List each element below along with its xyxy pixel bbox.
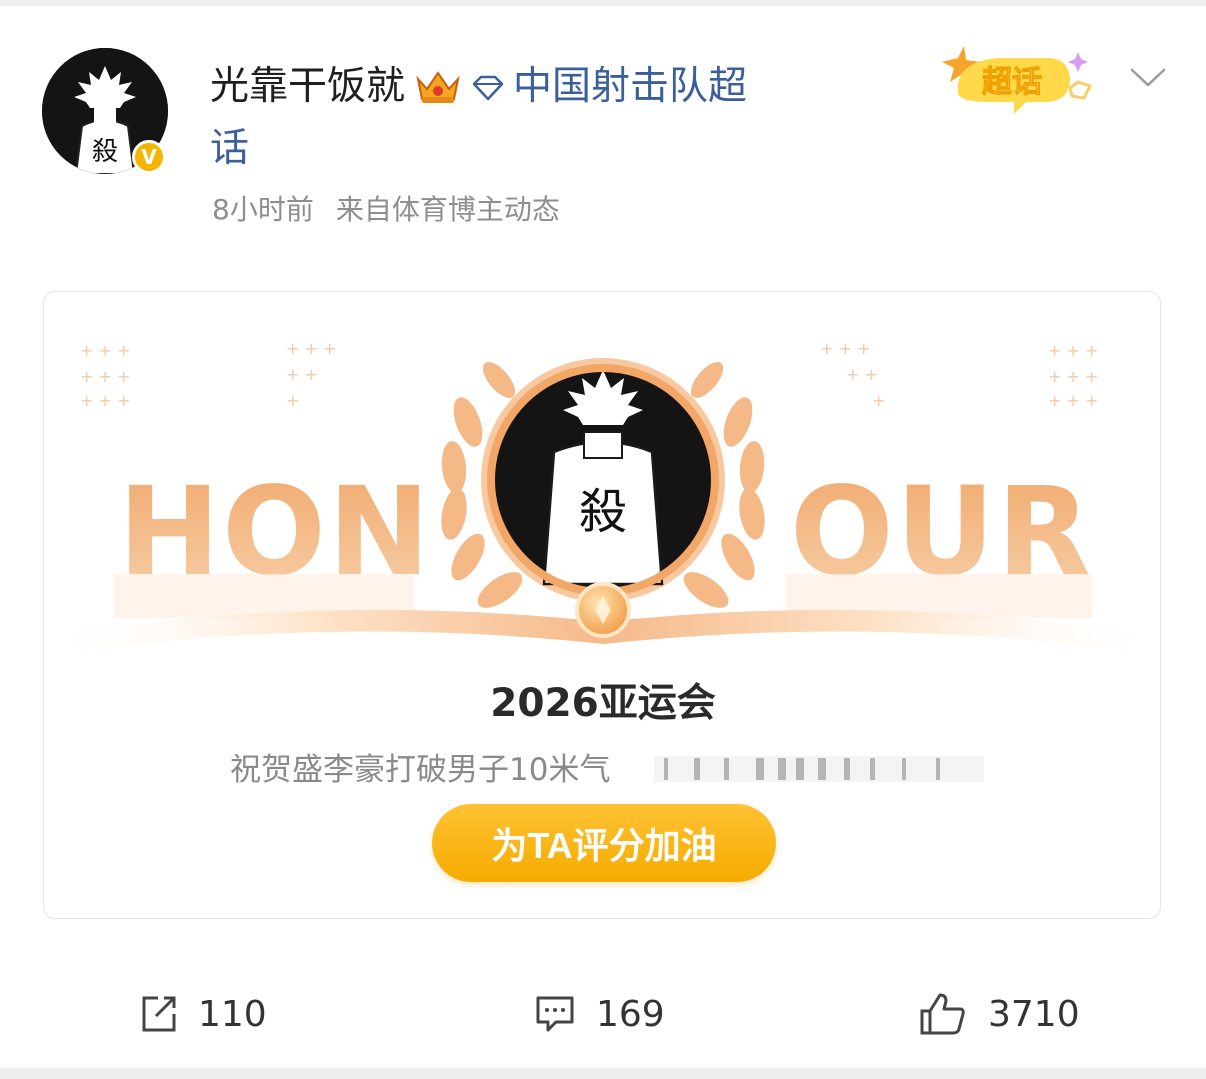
svg-text:+ +: + + (286, 365, 318, 384)
thumbs-up-icon (920, 993, 965, 1035)
svg-text:+ + +: + + + (286, 339, 336, 358)
svg-text:+ +: + + (846, 365, 878, 384)
like-count: 3710 (988, 993, 1080, 1035)
comment-action[interactable]: 169 (534, 990, 665, 1038)
post-time: 8小时前 (212, 193, 314, 226)
bottom-edge (0, 1068, 1206, 1079)
diamond-icon (472, 75, 504, 101)
svg-text:+ + +: + + + (820, 339, 870, 358)
svg-text:+ + +: + + + (1048, 367, 1098, 386)
svg-text:+ + +: + + + (80, 367, 130, 386)
svg-text:+: + (872, 391, 885, 410)
like-action[interactable]: 3710 (918, 990, 1080, 1038)
supertopic-badge-label: 超话 (982, 65, 1042, 100)
comment-count: 169 (596, 993, 665, 1035)
repost-action[interactable]: 110 (138, 990, 267, 1038)
event-title: 2026亚运会 (490, 681, 716, 726)
post-meta: 8小时前 来自体育博主动态 (212, 188, 560, 228)
avatar-glyph: 殺 (92, 137, 118, 167)
svg-text:+: + (286, 391, 299, 410)
crown-icon (416, 71, 460, 103)
post-header: 光靠干饭就 中国射击队超 话 (210, 56, 850, 180)
svg-text:+ + +: + + + (1048, 341, 1098, 360)
cheer-rating-button[interactable]: 为TA评分加油 (432, 804, 776, 882)
comment-icon (536, 996, 574, 1032)
repost-count: 110 (198, 993, 267, 1035)
repost-icon (142, 996, 176, 1032)
chevron-down-icon[interactable] (1128, 62, 1168, 92)
svg-text:+ + +: + + + (80, 341, 130, 360)
medal-glyph: 殺 (579, 484, 627, 540)
verified-badge-icon: V (132, 140, 166, 174)
svg-text:+ + +: + + + (1048, 391, 1098, 410)
event-description: 祝贺盛李豪打破男子10米气 (230, 752, 611, 788)
honour-card[interactable]: + + + + + + + + + + + + + + + + + + + + + + + … (43, 291, 1161, 919)
post-source[interactable]: 来自体育博主动态 (336, 193, 560, 226)
supertopic-badge-icon[interactable]: 超话 (918, 32, 1108, 124)
supertopic-link-continued[interactable]: 话 (210, 126, 249, 171)
top-edge (0, 0, 1206, 6)
redacted-text-strip (654, 756, 984, 782)
supertopic-link[interactable]: 中国射击队超 (513, 64, 747, 109)
username[interactable]: 光靠干饭就 (210, 64, 405, 109)
svg-text:+ + +: + + + (80, 391, 130, 410)
